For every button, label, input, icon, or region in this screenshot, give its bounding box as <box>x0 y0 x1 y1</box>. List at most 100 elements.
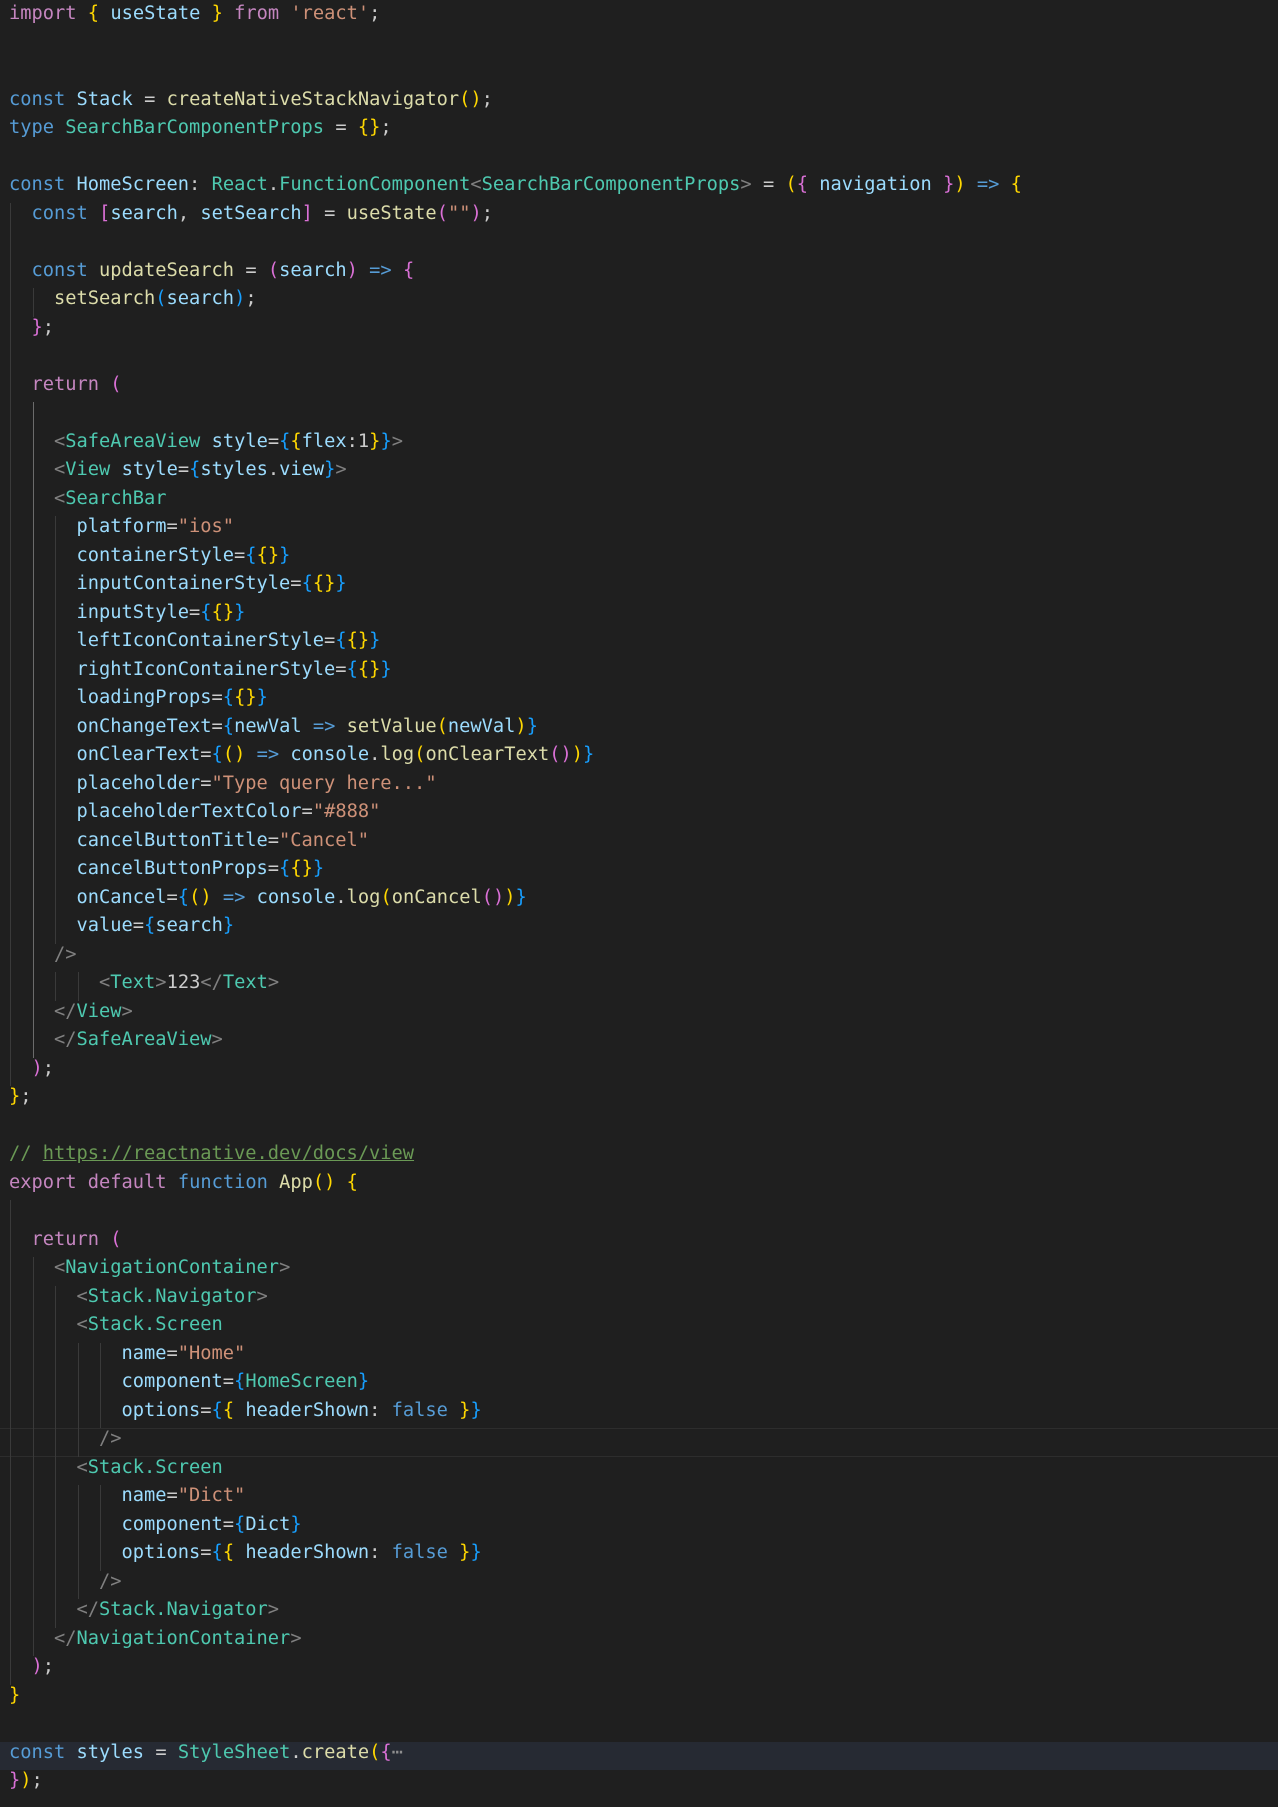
code-line[interactable]: /> <box>9 1568 1278 1597</box>
code-token: { <box>301 573 313 594</box>
code-line[interactable]: </SafeAreaView> <box>9 1026 1278 1055</box>
code-line[interactable]: ); <box>9 1055 1278 1084</box>
code-line[interactable]: ); <box>9 1653 1278 1682</box>
code-token: View <box>65 459 111 480</box>
code-token: styles <box>76 1741 145 1763</box>
code-editor[interactable]: import { useState } from 'react'; const S… <box>0 0 1278 1807</box>
code-line[interactable]: }; <box>9 314 1278 343</box>
code-token: } <box>369 658 381 680</box>
code-token: = <box>200 1399 212 1421</box>
code-line[interactable]: options={{ headerShown: false }} <box>9 1397 1278 1426</box>
code-line[interactable]: placeholder="Type query here..." <box>9 770 1278 799</box>
code-line[interactable]: </View> <box>9 998 1278 1027</box>
code-line[interactable]: }; <box>9 1083 1278 1112</box>
code-token: "#888" <box>312 801 381 822</box>
code-line[interactable]: import { useState } from 'react'; <box>9 0 1278 29</box>
code-token: { <box>189 459 201 480</box>
code-token: setSearch <box>200 202 302 224</box>
code-line[interactable]: } <box>9 1682 1278 1711</box>
code-token: ) <box>571 744 584 765</box>
code-token: component <box>121 1371 223 1392</box>
code-line[interactable]: cancelButtonTitle="Cancel" <box>9 827 1278 856</box>
code-line[interactable]: return ( <box>9 1226 1278 1255</box>
code-line[interactable]: const HomeScreen: React.FunctionComponen… <box>9 171 1278 200</box>
code-line[interactable]: const updateSearch = (search) => { <box>9 257 1278 286</box>
code-token: create <box>301 1741 370 1763</box>
code-line[interactable]: <NavigationContainer> <box>9 1254 1278 1283</box>
code-token: { <box>357 658 370 680</box>
code-token: } <box>9 1684 21 1706</box>
code-line[interactable]: component={HomeScreen} <box>9 1368 1278 1397</box>
code-line[interactable]: /> <box>9 1425 1278 1454</box>
code-token: > <box>740 174 752 195</box>
code-line[interactable]: setSearch(search); <box>9 285 1278 314</box>
code-line[interactable]: loadingProps={{}} <box>9 684 1278 713</box>
code-line[interactable]: <Stack.Screen <box>9 1311 1278 1340</box>
code-line[interactable]: leftIconContainerStyle={{}} <box>9 627 1278 656</box>
code-line[interactable]: <Text>123</Text> <box>9 969 1278 998</box>
code-token: = <box>290 573 302 594</box>
code-line[interactable]: value={search} <box>9 912 1278 941</box>
code-line[interactable]: onCancel={() => console.log(onCancel())} <box>9 884 1278 913</box>
code-token: } <box>357 630 370 651</box>
code-line[interactable]: const Stack = createNativeStackNavigator… <box>9 86 1278 115</box>
code-line[interactable]: const [search, setSearch] = useState("")… <box>9 200 1278 229</box>
code-line[interactable]: platform="ios" <box>9 513 1278 542</box>
code-token: default <box>87 1171 167 1193</box>
code-line[interactable]: component={Dict} <box>9 1511 1278 1540</box>
code-line[interactable]: }); <box>9 1767 1278 1796</box>
code-token: ( <box>110 1228 122 1250</box>
code-token: SafeAreaView <box>76 1029 212 1050</box>
code-line[interactable]: rightIconContainerStyle={{}} <box>9 656 1278 685</box>
code-line[interactable]: placeholderTextColor="#888" <box>9 798 1278 827</box>
code-line[interactable]: <SafeAreaView style={{flex:1}}> <box>9 428 1278 457</box>
code-token: = <box>189 601 201 623</box>
code-token: = <box>132 915 145 936</box>
code-line[interactable]: // https://reactnative.dev/docs/view <box>9 1140 1278 1169</box>
code-line[interactable]: onChangeText={newVal => setValue(newVal)… <box>9 713 1278 742</box>
code-token: = <box>267 829 280 851</box>
code-line[interactable]: inputStyle={{}} <box>9 599 1278 628</box>
code-token: = <box>222 1513 235 1535</box>
code-line[interactable]: return ( <box>9 371 1278 400</box>
code-line[interactable]: name="Dict" <box>9 1482 1278 1511</box>
code-token: } <box>312 858 325 879</box>
code-line[interactable]: type SearchBarComponentProps = {}; <box>9 114 1278 143</box>
code-token: = <box>200 744 212 765</box>
code-token: } <box>31 316 43 338</box>
folded-ellipsis[interactable]: ⋯ <box>392 1742 403 1763</box>
code-line[interactable]: options={{ headerShown: false }} <box>9 1539 1278 1568</box>
code-token: platform <box>76 516 167 537</box>
code-line[interactable]: export default function App() { <box>9 1169 1278 1198</box>
code-line[interactable]: onClearText={() => console.log(onClearTe… <box>9 741 1278 770</box>
code-token: useState <box>110 3 201 24</box>
code-token: } <box>279 544 291 566</box>
code-line[interactable]: <Stack.Screen <box>9 1454 1278 1483</box>
code-line[interactable]: </NavigationContainer> <box>9 1625 1278 1654</box>
code-token: { <box>222 1399 235 1421</box>
doc-link[interactable]: https://reactnative.dev/docs/view <box>43 1143 414 1164</box>
code-token: > <box>391 430 403 452</box>
code-line[interactable]: </Stack.Navigator> <box>9 1596 1278 1625</box>
code-token: { <box>346 658 358 680</box>
code-token: import <box>9 3 77 24</box>
code-line[interactable]: <SearchBar <box>9 485 1278 514</box>
code-line[interactable]: <View style={styles.view}> <box>9 456 1278 485</box>
code-line[interactable]: <Stack.Navigator> <box>9 1283 1278 1312</box>
code-token: ; <box>42 316 55 338</box>
code-token: inputStyle <box>76 601 190 623</box>
code-token: { <box>357 117 370 138</box>
code-line[interactable]: cancelButtonProps={{}} <box>9 855 1278 884</box>
code-token: { <box>211 744 223 765</box>
code-token: < <box>76 1285 88 1307</box>
code-token: ) <box>31 1057 43 1079</box>
code-line[interactable]: name="Home" <box>9 1340 1278 1369</box>
code-token: . <box>267 174 280 195</box>
code-line[interactable]: /> <box>9 941 1278 970</box>
code-line[interactable]: containerStyle={{}} <box>9 542 1278 571</box>
code-line[interactable]: inputContainerStyle={{}} <box>9 570 1278 599</box>
code-token: const <box>31 259 88 281</box>
code-token: const <box>9 88 66 110</box>
code-token: = <box>324 202 336 224</box>
code-line[interactable]: const styles = StyleSheet.create({⋯ <box>9 1739 1278 1768</box>
